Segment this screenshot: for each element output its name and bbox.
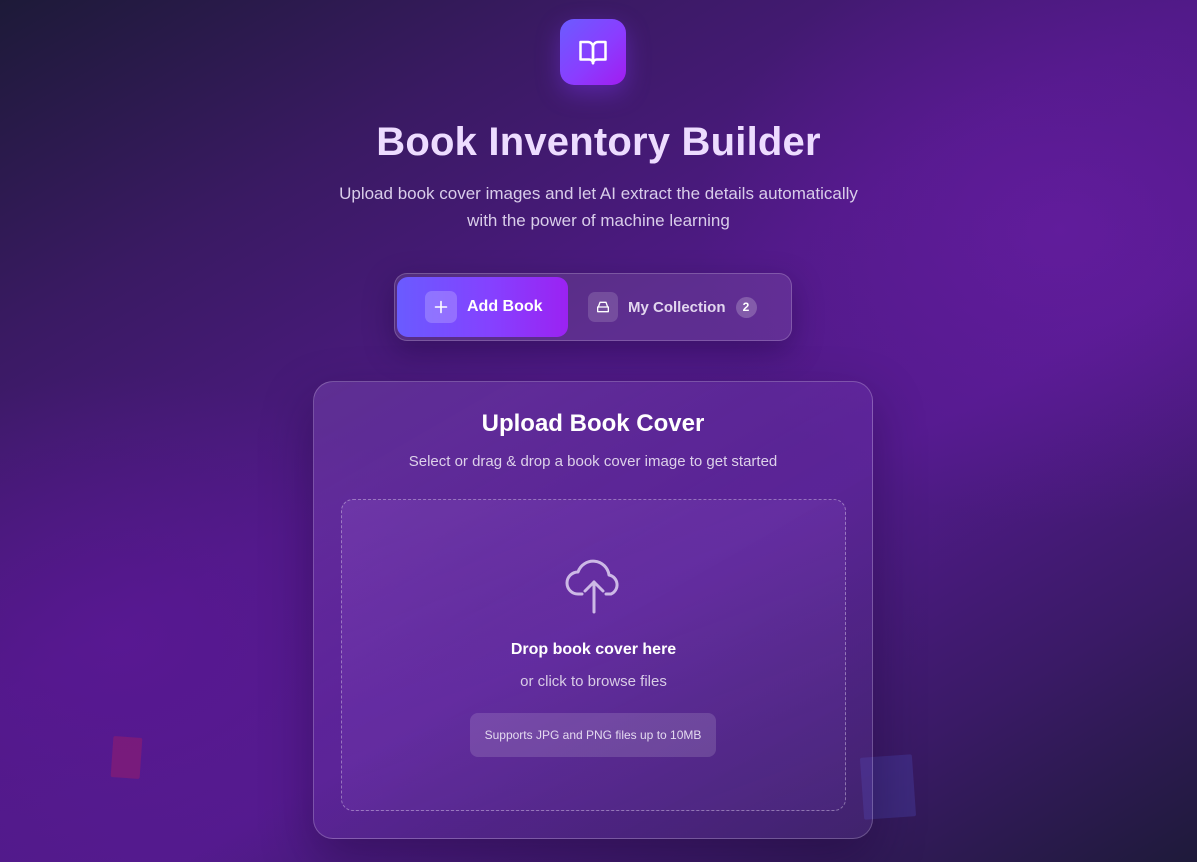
page-subtitle-line-2: with the power of machine learning <box>467 211 730 230</box>
dropzone-title: Drop book cover here <box>510 641 677 658</box>
upload-card: Upload Book Cover Select or drag & drop … <box>313 381 873 839</box>
cloud-upload-icon <box>565 559 619 614</box>
view-tabs: Add Book My Collection 2 <box>394 273 792 341</box>
page-title: Book Inventory Builder <box>376 120 821 164</box>
page-subtitle-line-1: Upload book cover images and let AI extr… <box>339 184 858 203</box>
tab-add-book-label: Add Book <box>467 298 543 315</box>
collection-count-badge: 2 <box>735 296 757 318</box>
decorative-book-shape-left <box>110 736 143 779</box>
file-dropzone[interactable]: Drop book cover here or click to browse … <box>341 499 846 811</box>
dropzone-subtitle: or click to browse files <box>520 673 667 690</box>
supported-formats-note: Supports JPG and PNG files up to 10MB <box>470 713 716 757</box>
plus-icon <box>425 291 457 323</box>
tab-add-book[interactable]: Add Book <box>397 277 568 337</box>
inbox-icon <box>588 292 618 322</box>
open-book-icon <box>579 40 607 65</box>
app-logo <box>560 19 626 85</box>
page-subtitle: Upload book cover images and let AI extr… <box>0 180 1197 234</box>
upload-card-title: Upload Book Cover <box>481 410 705 437</box>
tab-my-collection-label: My Collection <box>628 298 726 316</box>
upload-card-subtitle: Select or drag & drop a book cover image… <box>408 453 778 470</box>
tab-my-collection[interactable]: My Collection 2 <box>588 277 778 337</box>
